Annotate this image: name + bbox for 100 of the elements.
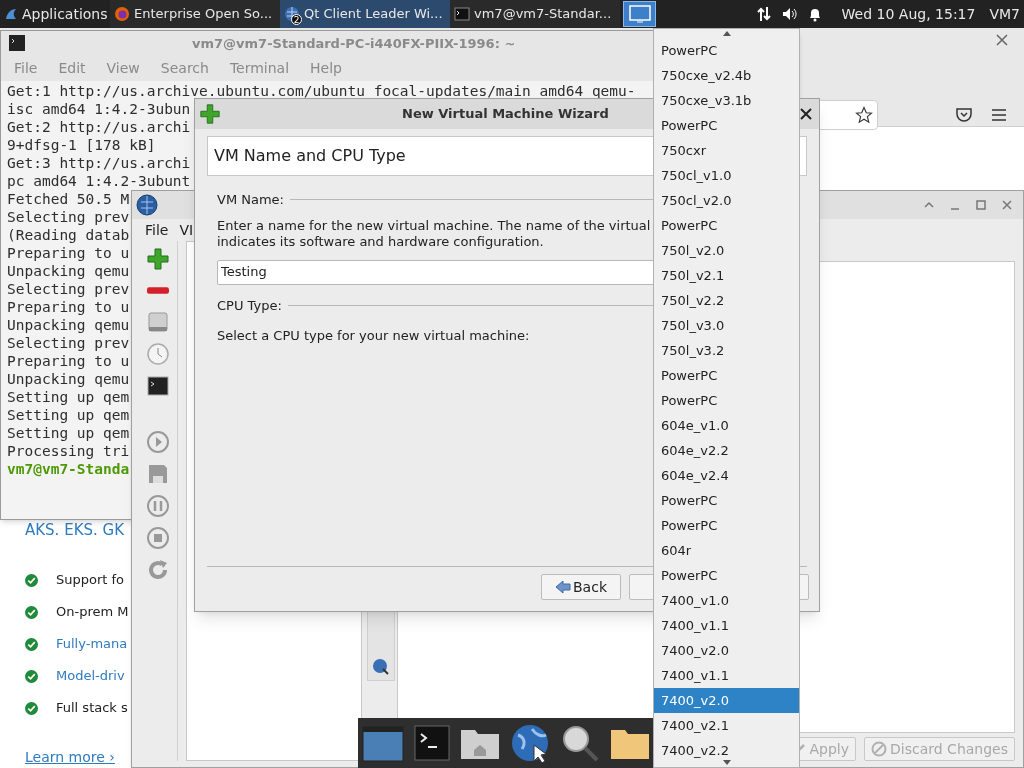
cpu-option[interactable]: 750cxe_v3.1b: [654, 88, 799, 113]
cpu-option[interactable]: 7400_v2.1: [654, 713, 799, 738]
terminal-icon: [454, 6, 470, 22]
feature-text: Full stack s: [56, 699, 128, 718]
menu-item[interactable]: File: [145, 219, 169, 241]
cpu-option[interactable]: PowerPC: [654, 513, 799, 538]
cpu-option[interactable]: PowerPC: [654, 38, 799, 63]
cpu-option[interactable]: 604e_v2.4: [654, 463, 799, 488]
terminal-icon: [145, 374, 170, 398]
scroll-up-icon[interactable]: [722, 31, 731, 36]
desktop-icon[interactable]: [362, 723, 404, 763]
terminal-line: Unpacking qemu: [7, 370, 130, 388]
task-button[interactable]: vm7@vm7-Standar...: [450, 0, 620, 28]
terminal-line: Preparing to u: [7, 352, 130, 370]
cpu-option[interactable]: 604e_v2.2: [654, 438, 799, 463]
feature-link[interactable]: Model-driv: [56, 666, 125, 686]
terminal-line: Fetched 50.5 M: [7, 190, 130, 208]
cpu-option[interactable]: PowerPC: [654, 488, 799, 513]
volume-icon[interactable]: [781, 6, 798, 22]
check-icon: [25, 669, 38, 683]
terminal-line: Selecting prev: [7, 280, 130, 298]
cpu-option[interactable]: PowerPC: [654, 113, 799, 138]
clock-icon: [145, 342, 170, 366]
group-label: VM Name:: [217, 191, 284, 209]
terminal-line: Setting up qem: [7, 406, 130, 424]
cpu-option[interactable]: 750l_v2.1: [654, 263, 799, 288]
terminal-line: Preparing to u: [7, 298, 130, 316]
plus-icon: [199, 103, 221, 125]
feature-text: On-prem M: [56, 603, 129, 622]
cpu-option[interactable]: 7400_v1.1: [654, 663, 799, 688]
back-button[interactable]: Back: [541, 574, 621, 600]
terminal-line: pc amd64 1:4.2-3ubunt: [7, 172, 191, 190]
description-text: indicates its software and hardware configuration.: [217, 233, 544, 250]
prohibited-icon: [871, 741, 887, 757]
terminal-line: Unpacking qemu: [7, 316, 130, 334]
magnifier-icon[interactable]: [560, 723, 600, 763]
scroll-down-icon[interactable]: [723, 760, 731, 765]
menu-icon[interactable]: [991, 108, 1007, 122]
terminal-line: isc amd64 1:4.2-3ubun: [7, 100, 191, 118]
cpu-option[interactable]: 750l_v3.0: [654, 313, 799, 338]
cpu-option[interactable]: 750cxe_v2.4b: [654, 63, 799, 88]
cpu-option[interactable]: PowerPC: [654, 363, 799, 388]
task-button[interactable]: 2 Qt Client Leader Wi...: [280, 0, 450, 28]
terminal-line: Get:2 http://us.archi: [7, 118, 191, 136]
terminal-icon: [9, 35, 25, 51]
clock[interactable]: Wed 10 Aug, 15:17: [841, 3, 976, 25]
terminal-line: Selecting prev: [7, 208, 130, 226]
magnifier-icon: [372, 658, 390, 676]
cpu-option[interactable]: 7400_v1.1: [654, 613, 799, 638]
terminal-line: Setting up qem: [7, 424, 130, 442]
group-label: CPU Type:: [217, 296, 282, 315]
cpu-option[interactable]: 750l_v2.2: [654, 288, 799, 313]
applications-menu[interactable]: Applications: [0, 0, 110, 28]
terminal-line: Unpacking qemu: [7, 262, 130, 280]
close-icon[interactable]: [800, 108, 812, 120]
feature-link[interactable]: Fully-mana: [56, 634, 128, 654]
cpu-option[interactable]: 7400_v1.0: [654, 588, 799, 613]
user-name[interactable]: VM7: [989, 3, 1020, 25]
cpu-option[interactable]: PowerPC: [654, 563, 799, 588]
terminal-line: Preparing to u: [7, 244, 130, 262]
cpu-option[interactable]: 750cl_v2.0: [654, 188, 799, 213]
pause-icon: [145, 494, 170, 518]
window-icon: [628, 5, 651, 23]
left-arrow-icon: [555, 580, 571, 594]
feature-text: Support fo: [56, 571, 125, 590]
cpu-option[interactable]: 7400_v2.0: [654, 638, 799, 663]
workspace-button[interactable]: [623, 1, 656, 27]
play-icon: [145, 430, 170, 454]
description-text: Enter a name for the new virtual machine. The name of the virtual: [217, 217, 651, 234]
pocket-icon[interactable]: [955, 107, 973, 123]
maximize-icon[interactable]: [975, 199, 987, 211]
network-icon[interactable]: [755, 6, 772, 22]
cpu-option[interactable]: 604e_v1.0: [654, 413, 799, 438]
menu-item[interactable]: VI: [179, 219, 194, 241]
globe-icon: [136, 194, 158, 216]
plus-icon: [145, 247, 170, 271]
logo-icon: [4, 7, 18, 21]
cpu-prompt: Select a CPU type for your new virtual machine:: [217, 327, 530, 345]
terminal-line: (Reading datab: [7, 226, 130, 244]
terminal-line: Get:3 http://us.archi: [7, 154, 191, 172]
drive-icon: [145, 310, 170, 334]
cpu-option[interactable]: 750l_v3.2: [654, 338, 799, 363]
window-title: New Virtual Machine Wizard: [402, 105, 609, 124]
cpu-option[interactable]: PowerPC: [654, 213, 799, 238]
terminal-line: Processing tri: [7, 442, 130, 460]
terminal-icon[interactable]: [414, 725, 450, 761]
browser-icon: [114, 6, 130, 22]
check-icon: [25, 605, 38, 619]
cpu-option[interactable]: 750cxr: [654, 138, 799, 163]
cpu-option[interactable]: 604r: [654, 538, 799, 563]
star-icon[interactable]: [855, 106, 873, 124]
terminal-line: Selecting prev: [7, 334, 130, 352]
bell-icon[interactable]: [807, 6, 822, 22]
cpu-option[interactable]: 7400_v2.0: [654, 688, 799, 713]
task-button[interactable]: Enterprise Open So...: [110, 0, 280, 28]
check-icon: [25, 701, 38, 715]
cpu-option[interactable]: PowerPC: [654, 388, 799, 413]
terminal-line: Get:1 http://us.archive.ubuntu.com/ubuntu focal-updates/main amd64 qemu-: [7, 82, 636, 100]
globe-icon[interactable]: [510, 723, 550, 763]
learn-more-link[interactable]: Learn more ›: [25, 747, 115, 768]
